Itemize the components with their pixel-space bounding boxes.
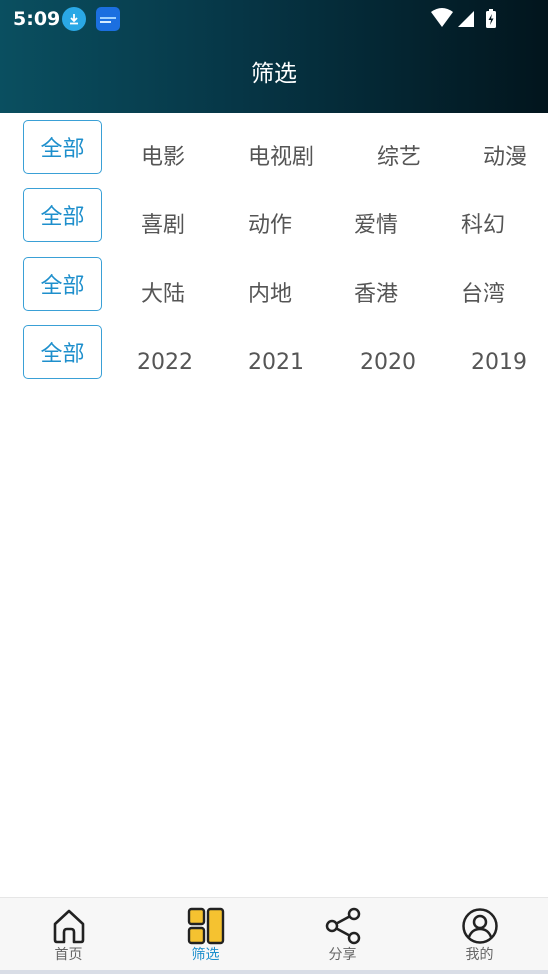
home-icon [50, 907, 88, 945]
all-button[interactable]: 全部 [23, 325, 102, 379]
filter-option[interactable]: 2020 [360, 348, 416, 378]
navigation-bar-strip [0, 970, 548, 974]
bottom-tab-bar: 首页 筛选 分享 我的 [0, 897, 548, 974]
filter-option[interactable]: 大陆 [141, 280, 185, 310]
filter-row-year: 全部 2022 2021 2020 2019 [0, 325, 548, 385]
status-bar: 5:09 [0, 0, 548, 38]
tab-home[interactable]: 首页 [0, 898, 137, 974]
download-icon [62, 7, 86, 31]
filter-option[interactable]: 综艺 [377, 143, 421, 173]
all-button[interactable]: 全部 [23, 120, 102, 174]
filter-option[interactable]: 2019 [471, 348, 527, 378]
filter-option[interactable]: 台湾 [461, 280, 505, 310]
filter-option[interactable]: 2021 [248, 348, 304, 378]
filter-option[interactable]: 电影 [141, 143, 185, 173]
filter-row-type: 全部 电影 电视剧 综艺 动漫 [0, 120, 548, 180]
share-icon [324, 907, 362, 945]
app-notification-icon [96, 7, 120, 31]
tab-label: 筛选 [191, 947, 220, 963]
filter-option[interactable]: 科幻 [461, 211, 505, 241]
filter-row-region: 全部 大陆 内地 香港 台湾 [0, 257, 548, 317]
filter-option[interactable]: 喜剧 [141, 211, 185, 241]
tab-label: 我的 [465, 947, 494, 963]
header: 5:09 筛选 [0, 0, 548, 113]
filter-option[interactable]: 动漫 [483, 143, 527, 173]
all-button[interactable]: 全部 [23, 188, 102, 242]
filter-option[interactable]: 香港 [354, 280, 398, 310]
status-indicators [430, 6, 510, 32]
tab-label: 首页 [54, 947, 83, 963]
filter-option[interactable]: 内地 [248, 280, 292, 310]
filter-option[interactable]: 动作 [248, 211, 292, 241]
signal-icon [458, 11, 474, 27]
page-title: 筛选 [251, 61, 297, 87]
status-time: 5:09 [13, 8, 61, 30]
filter-row-genre: 全部 喜剧 动作 爱情 科幻 [0, 188, 548, 248]
filter-option[interactable]: 电视剧 [248, 143, 314, 173]
profile-icon [461, 907, 499, 945]
tab-label: 分享 [328, 947, 357, 963]
battery-icon [486, 9, 496, 28]
tab-share[interactable]: 分享 [274, 898, 411, 974]
all-button[interactable]: 全部 [23, 257, 102, 311]
wifi-icon [431, 8, 453, 27]
tab-filter[interactable]: 筛选 [137, 898, 274, 974]
filter-grid-icon [187, 907, 225, 945]
tab-profile[interactable]: 我的 [411, 898, 548, 974]
filter-option[interactable]: 爱情 [354, 211, 398, 241]
filter-option[interactable]: 2022 [137, 348, 193, 378]
